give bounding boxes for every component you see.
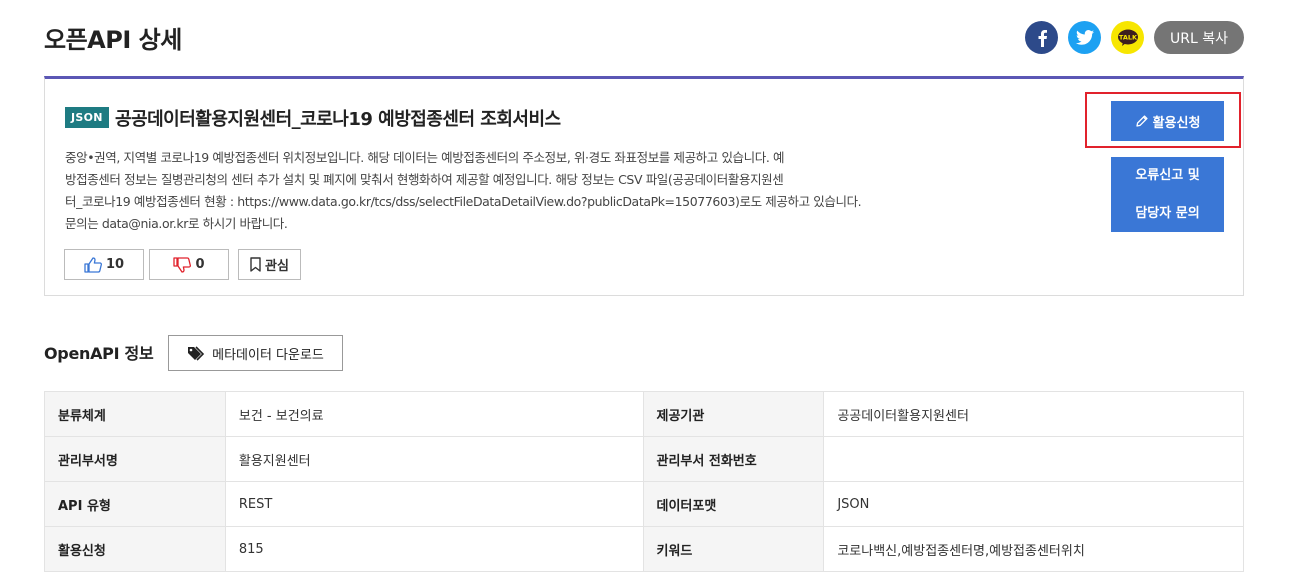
dislike-button[interactable]: 0: [149, 249, 229, 280]
apply-label: 활용신청: [1152, 115, 1201, 131]
table-header-cell: 활용신청: [44, 526, 226, 572]
report-label-line2: 담당자 문의: [1135, 205, 1200, 221]
favorite-button[interactable]: 관심: [238, 249, 301, 280]
table-row: 관리부서명 활용지원센터 관리부서 전화번호: [44, 436, 1244, 482]
table-header-cell: 데이터포맷: [642, 481, 825, 527]
table-header-cell: 관리부서 전화번호: [642, 436, 825, 482]
table-cell: 코로나백신,예방접종센터명,예방접종센터위치: [823, 526, 1244, 572]
description-line: 터_코로나19 예방접종센터 현황 : https://www.data.go.…: [65, 194, 862, 209]
table-cell: 공공데이터활용지원센터: [823, 391, 1244, 437]
table-row: API 유형 REST 데이터포맷 JSON: [44, 481, 1244, 527]
like-button[interactable]: 10: [64, 249, 144, 280]
description-line: 문의는 data@nia.or.kr로 하시기 바랍니다.: [65, 216, 288, 231]
metadata-download-button[interactable]: 메타데이터 다운로드: [168, 335, 343, 371]
description-line: 중앙•권역, 지역별 코로나19 예방접종센터 위치정보입니다. 해당 데이터는…: [65, 150, 785, 165]
apply-highlight: 활용신청: [1085, 92, 1241, 148]
table-header-cell: API 유형: [44, 481, 226, 527]
tag-icon: [188, 345, 205, 361]
table-cell: 815: [224, 526, 644, 572]
table-cell: JSON: [823, 481, 1244, 527]
openapi-info-table: 분류체계 보건 - 보건의료 제공기관 공공데이터활용지원센터 관리부서명 활용…: [44, 391, 1244, 572]
openapi-section-title: OpenAPI 정보: [44, 344, 154, 363]
thumbs-up-icon: [84, 256, 102, 273]
service-title: 공공데이터활용지원센터_코로나19 예방접종센터 조회서비스: [115, 109, 561, 130]
twitter-share-button[interactable]: [1068, 21, 1101, 54]
table-row: 활용신청 815 키워드 코로나백신,예방접종센터명,예방접종센터위치: [44, 526, 1244, 572]
table-cell: 활용지원센터: [224, 436, 644, 482]
thumbs-down-icon: [173, 256, 192, 273]
twitter-icon: [1075, 30, 1094, 45]
table-cell: 보건 - 보건의료: [224, 391, 644, 437]
report-error-button[interactable]: 오류신고 및 담당자 문의: [1111, 157, 1224, 232]
metadata-download-label: 메타데이터 다운로드: [212, 347, 324, 363]
bookmark-icon: [250, 257, 261, 272]
facebook-icon: [1038, 29, 1047, 47]
like-count: 10: [105, 257, 125, 272]
format-badge: JSON: [65, 107, 109, 128]
report-label-line1: 오류신고 및: [1135, 167, 1200, 183]
table-row: 분류체계 보건 - 보건의료 제공기관 공공데이터활용지원센터: [44, 391, 1244, 437]
share-bar: TALK URL 복사: [1025, 21, 1244, 54]
apply-button[interactable]: 활용신청: [1111, 101, 1224, 141]
dislike-count: 0: [195, 257, 205, 272]
service-detail-box: JSON 공공데이터활용지원센터_코로나19 예방접종센터 조회서비스 중앙•권…: [44, 76, 1244, 296]
description-line: 방접종센터 정보는 질병관리청의 센터 추가 설치 및 폐지에 맞춰서 현행화하…: [65, 172, 784, 187]
url-copy-button[interactable]: URL 복사: [1154, 21, 1244, 54]
facebook-share-button[interactable]: [1025, 21, 1058, 54]
pencil-icon: [1135, 115, 1148, 127]
table-header-cell: 관리부서명: [44, 436, 226, 482]
kakaotalk-icon: TALK: [1117, 29, 1138, 46]
favorite-label: 관심: [265, 259, 289, 274]
service-description: 중앙•권역, 지역별 코로나19 예방접종센터 위치정보입니다. 해당 데이터는…: [65, 147, 977, 235]
table-header-cell: 분류체계: [44, 391, 226, 437]
table-cell: [823, 436, 1244, 482]
table-header-cell: 키워드: [642, 526, 825, 572]
kakaotalk-share-button[interactable]: TALK: [1111, 21, 1144, 54]
table-header-cell: 제공기관: [642, 391, 825, 437]
page-title: 오픈API 상세: [44, 26, 182, 54]
table-cell: REST: [224, 481, 644, 527]
kakao-label: TALK: [1118, 33, 1137, 41]
